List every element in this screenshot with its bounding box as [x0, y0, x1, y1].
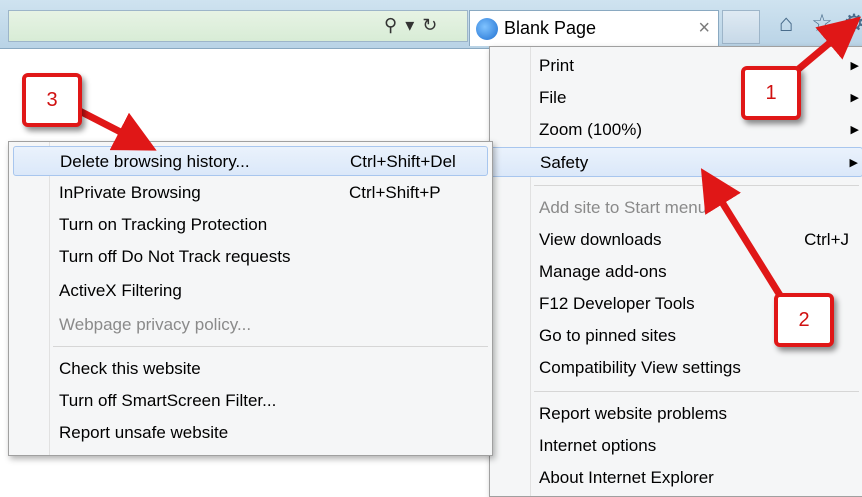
tools-menu: Print ▶ File ▶ Zoom (100%) ▶ Safety ▶ Add site t… — [489, 46, 862, 497]
browser-tab[interactable]: Blank Page × — [469, 10, 719, 46]
search-icon[interactable]: ⚲ — [384, 15, 397, 36]
tools-menu-item-add-site-to-start-menu: Add site to Start menu — [490, 193, 862, 223]
tools-menu-item-zoom-100[interactable]: Zoom (100%) ▶ — [490, 115, 862, 145]
step-1-badge: 1 — [741, 66, 801, 120]
tools-menu-item-view-downloads[interactable]: View downloads Ctrl+J — [490, 225, 862, 255]
menu-item-shortcut: Ctrl+J — [804, 230, 849, 249]
menu-item-label: Turn off SmartScreen Filter... — [59, 391, 277, 410]
step-2-badge: 2 — [774, 293, 834, 347]
menu-separator — [534, 391, 859, 392]
home-icon[interactable]: ⌂ — [772, 10, 800, 38]
tools-menu-item-about-internet-explorer[interactable]: About Internet Explorer — [490, 463, 862, 493]
safety-menu-item-turn-off-do-not-track-requests[interactable]: Turn off Do Not Track requests — [9, 242, 492, 272]
menu-item-label: Internet options — [539, 436, 657, 455]
menu-item-label: Add site to Start menu — [539, 198, 708, 217]
submenu-arrow-icon: ▶ — [849, 157, 858, 169]
safety-menu-item-inprivate-browsing[interactable]: InPrivate Browsing Ctrl+Shift+P — [9, 178, 492, 208]
menu-item-shortcut: Ctrl+Shift+P — [349, 183, 441, 202]
gear-icon[interactable]: ⚙ — [840, 10, 862, 38]
tools-menu-item-internet-options[interactable]: Internet options — [490, 431, 862, 461]
menu-item-label: Compatibility View settings — [539, 358, 741, 377]
menu-item-label: File — [539, 88, 567, 107]
menu-separator — [53, 346, 488, 347]
safety-submenu: Delete browsing history... Ctrl+Shift+Del… — [8, 141, 493, 456]
menu-item-label: Manage add-ons — [539, 262, 667, 281]
safety-menu-item-turn-off-smartscreen-filter[interactable]: Turn off SmartScreen Filter... — [9, 386, 492, 416]
tools-menu-item-safety[interactable]: Safety ▶ — [490, 147, 862, 177]
tools-menu-item-compatibility-view-settings[interactable]: Compatibility View settings — [490, 353, 862, 383]
address-tools: ⚲ ▾ ↻ — [384, 12, 464, 38]
menu-item-label: Check this website — [59, 359, 201, 378]
submenu-arrow-icon: ▶ — [850, 92, 859, 104]
menu-item-label: Print — [539, 56, 574, 75]
menu-item-shortcut: Ctrl+Shift+Del — [350, 152, 456, 171]
tab-title: Blank Page — [504, 18, 597, 38]
menu-item-label: Turn on Tracking Protection — [59, 215, 268, 234]
favorites-star-icon[interactable]: ☆ — [808, 10, 836, 38]
tools-menu-item-manage-add-ons[interactable]: Manage add-ons — [490, 257, 862, 287]
new-tab-button[interactable] — [722, 10, 760, 44]
safety-menu-item-check-this-website[interactable]: Check this website — [9, 354, 492, 384]
safety-menu-item-report-unsafe-website[interactable]: Report unsafe website — [9, 418, 492, 448]
menu-item-label: View downloads — [539, 230, 662, 249]
safety-menu-item-turn-on-tracking-protection[interactable]: Turn on Tracking Protection — [9, 210, 492, 240]
menu-item-label: Delete browsing history... — [60, 152, 250, 171]
refresh-icon[interactable]: ↻ — [422, 15, 437, 36]
menu-item-label: F12 Developer Tools — [539, 294, 695, 313]
submenu-arrow-icon: ▶ — [850, 124, 859, 136]
safety-menu-item-webpage-privacy-policy: Webpage privacy policy... — [9, 310, 492, 340]
menu-item-label: ActiveX Filtering — [59, 281, 182, 300]
safety-menu-item-activex-filtering[interactable]: ActiveX Filtering — [9, 276, 492, 306]
submenu-arrow-icon: ▶ — [850, 60, 859, 72]
menu-item-label: Safety — [540, 153, 589, 172]
safety-menu-item-delete-browsing-history[interactable]: Delete browsing history... Ctrl+Shift+Del — [13, 146, 488, 176]
menu-item-label: Report unsafe website — [59, 423, 229, 442]
menu-item-label: Go to pinned sites — [539, 326, 677, 345]
dropdown-arrow-icon[interactable]: ▾ — [405, 15, 414, 36]
step-3-badge: 3 — [22, 73, 82, 127]
menu-item-label: About Internet Explorer — [539, 468, 714, 487]
menu-item-label: InPrivate Browsing — [59, 183, 201, 202]
menu-item-label: Turn off Do Not Track requests — [59, 247, 291, 266]
tools-menu-item-file[interactable]: File ▶ — [490, 83, 862, 113]
tab-close-button[interactable]: × — [698, 17, 710, 40]
menu-item-label: Report website problems — [539, 404, 728, 423]
browser-toolbar: ⚲ ▾ ↻ Blank Page × ⌂ ☆ ⚙ — [0, 0, 862, 49]
menu-separator — [534, 185, 859, 186]
menu-item-label: Zoom (100%) — [539, 120, 642, 139]
ie-logo-icon — [476, 17, 498, 40]
tools-menu-item-report-website-problems[interactable]: Report website problems — [490, 399, 862, 429]
menu-item-label: Webpage privacy policy... — [59, 315, 252, 334]
tools-menu-item-print[interactable]: Print ▶ — [490, 51, 862, 81]
